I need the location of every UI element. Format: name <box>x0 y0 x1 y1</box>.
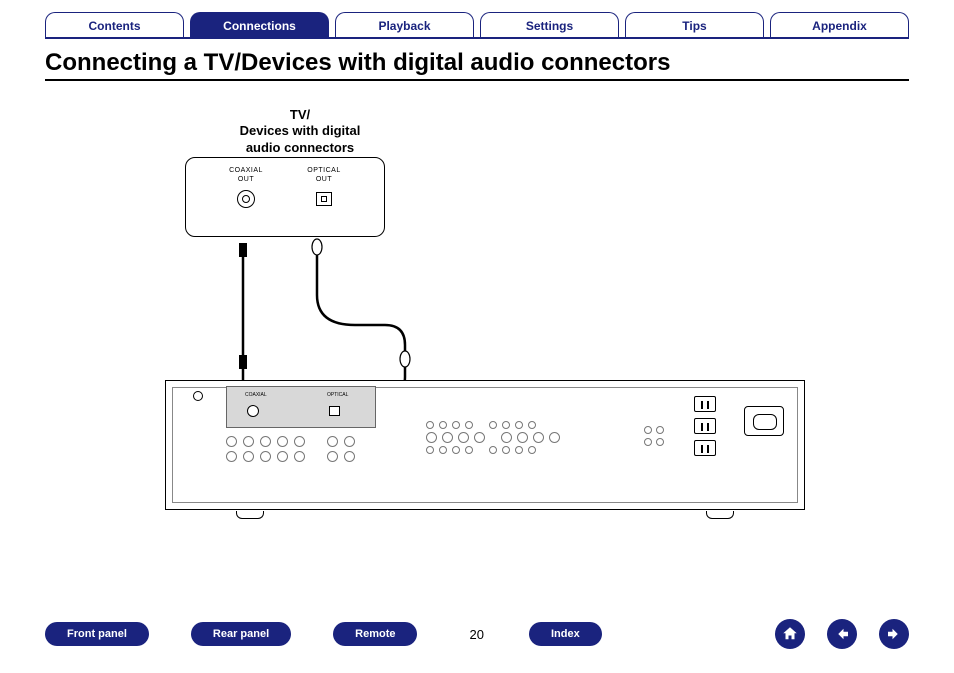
top-tab-nav: Contents Connections Playback Settings T… <box>0 0 954 37</box>
arrow-right-icon <box>885 625 903 643</box>
prev-page-button[interactable] <box>827 619 857 649</box>
optical-out-port: OPTICAL OUT <box>289 166 359 206</box>
device-label-line1: TV/ <box>290 107 310 122</box>
ac-outlet-icon <box>694 440 716 456</box>
tab-appendix[interactable]: Appendix <box>770 12 909 37</box>
next-page-button[interactable] <box>879 619 909 649</box>
ac-outlet-icon <box>694 418 716 434</box>
arrow-left-icon <box>833 625 851 643</box>
front-panel-button[interactable]: Front panel <box>45 622 149 646</box>
amp-optical-jack-icon <box>329 406 340 416</box>
ac-inlet-icon <box>744 406 784 436</box>
amplifier-rear-panel: COAXIAL OPTICAL <box>165 380 805 510</box>
amp-preout <box>644 426 664 446</box>
tv-device-box: COAXIAL OUT OPTICAL OUT <box>185 157 385 237</box>
tab-playback[interactable]: Playback <box>335 12 474 37</box>
coaxial-label-2: OUT <box>211 175 281 184</box>
remote-button[interactable]: Remote <box>333 622 417 646</box>
rear-panel-button[interactable]: Rear panel <box>191 622 291 646</box>
bottom-nav: Front panel Rear panel Remote 20 Index <box>0 619 954 649</box>
amp-digital-inputs: COAXIAL OPTICAL <box>226 386 376 428</box>
optical-label-2: OUT <box>289 175 359 184</box>
device-label: TV/ Devices with digital audio connector… <box>190 107 410 156</box>
tab-tips[interactable]: Tips <box>625 12 764 37</box>
optical-label-1: OPTICAL <box>289 166 359 175</box>
ground-terminal <box>190 391 206 415</box>
index-button[interactable]: Index <box>529 622 602 646</box>
home-button[interactable] <box>775 619 805 649</box>
optical-jack-icon <box>316 192 332 206</box>
page-title: Connecting a TV/Devices with digital aud… <box>45 49 909 81</box>
device-label-line3: audio connectors <box>246 140 354 155</box>
amp-coaxial-label: COAXIAL <box>245 392 267 398</box>
amp-analog-inputs <box>226 436 355 462</box>
page-number: 20 <box>469 627 483 642</box>
coaxial-out-port: COAXIAL OUT <box>211 166 281 208</box>
amp-foot-right <box>706 511 734 519</box>
amp-optical-label: OPTICAL <box>327 392 348 398</box>
tab-underline <box>45 37 909 39</box>
connection-diagram: TV/ Devices with digital audio connector… <box>45 95 909 535</box>
amp-coaxial-jack-icon <box>247 405 259 417</box>
ac-outlet-icon <box>694 396 716 412</box>
tab-contents[interactable]: Contents <box>45 12 184 37</box>
amp-foot-left <box>236 511 264 519</box>
tab-connections[interactable]: Connections <box>190 12 329 37</box>
amp-ac-section <box>694 396 784 486</box>
home-icon <box>781 625 799 643</box>
coaxial-label-1: COAXIAL <box>211 166 281 175</box>
amp-speaker-terminals <box>426 421 560 457</box>
coaxial-jack-icon <box>237 190 255 208</box>
tab-settings[interactable]: Settings <box>480 12 619 37</box>
device-label-line2: Devices with digital <box>240 123 361 138</box>
